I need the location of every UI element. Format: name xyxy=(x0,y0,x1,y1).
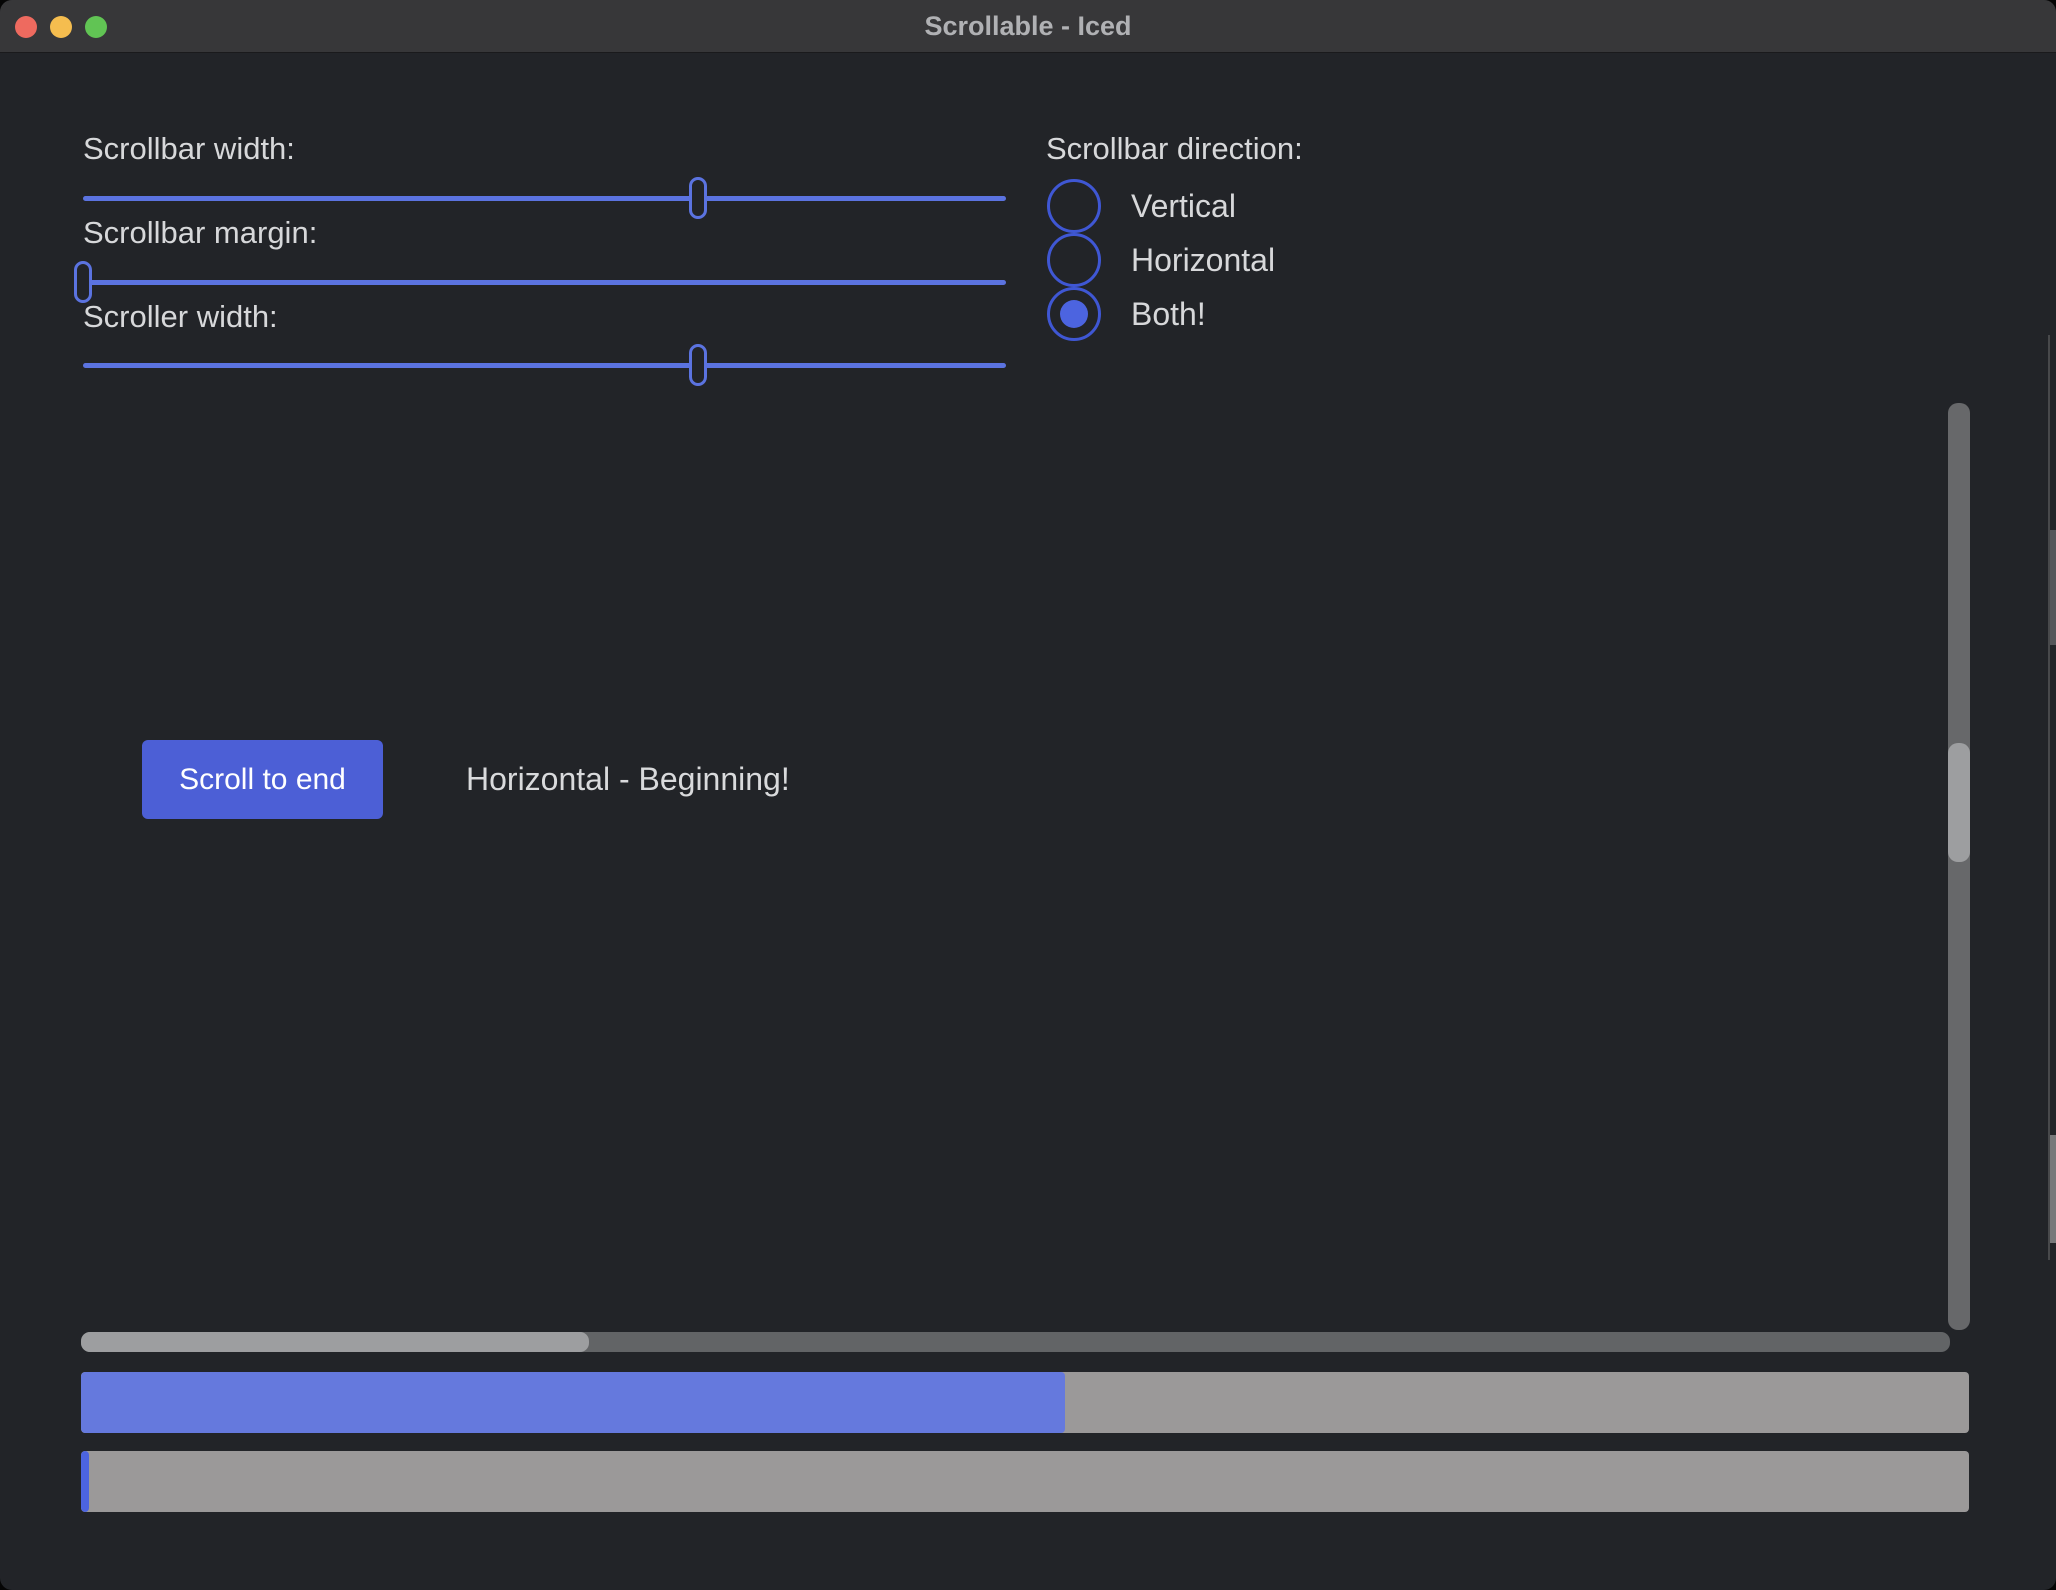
progress-bar-fill xyxy=(81,1451,89,1512)
radio-circle-icon[interactable] xyxy=(1047,233,1101,287)
progress-bar-fill xyxy=(81,1372,1065,1433)
slider-label-scrollbar-margin: Scrollbar margin: xyxy=(83,214,317,252)
slider-handle[interactable] xyxy=(689,177,707,219)
vertical-scrollbar-thumb[interactable] xyxy=(1948,743,1970,862)
window-title: Scrollable - Iced xyxy=(0,0,2056,53)
slider-label-scroller-width: Scroller width: xyxy=(83,298,278,336)
progress-bar xyxy=(81,1451,1969,1512)
radio-group-label: Scrollbar direction: xyxy=(1046,130,1303,168)
titlebar: Scrollable - Iced xyxy=(0,0,2056,53)
slider-handle[interactable] xyxy=(74,261,92,303)
window-edge-artifact xyxy=(2050,530,2056,645)
app-window: Scrollable - Iced Scrollbar width: Scrol… xyxy=(0,0,2056,1590)
slider-scrollbar-width[interactable] xyxy=(83,177,1006,219)
slider-track[interactable] xyxy=(83,363,1006,368)
scroll-status-text: Horizontal - Beginning! xyxy=(466,740,790,819)
radio-label[interactable]: Vertical xyxy=(1131,179,1236,233)
slider-label-scrollbar-width: Scrollbar width: xyxy=(83,130,295,168)
slider-track[interactable] xyxy=(83,196,1006,201)
vertical-scrollbar[interactable] xyxy=(1948,403,1970,1330)
scroll-to-end-button[interactable]: Scroll to end xyxy=(142,740,383,819)
slider-scrollbar-margin[interactable] xyxy=(83,261,1006,303)
radio-circle-icon[interactable] xyxy=(1047,287,1101,341)
radio-label[interactable]: Both! xyxy=(1131,287,1206,341)
radio-circle-icon[interactable] xyxy=(1047,179,1101,233)
radio-dot-icon xyxy=(1060,300,1088,328)
slider-handle[interactable] xyxy=(689,344,707,386)
radio-label[interactable]: Horizontal xyxy=(1131,233,1275,287)
window-edge-artifact xyxy=(2050,1135,2056,1243)
window-edge-line xyxy=(2048,335,2050,1260)
slider-scroller-width[interactable] xyxy=(83,344,1006,386)
horizontal-scrollbar-thumb[interactable] xyxy=(81,1332,589,1352)
slider-track[interactable] xyxy=(83,280,1006,285)
horizontal-scrollbar[interactable] xyxy=(81,1332,1950,1352)
progress-bar xyxy=(81,1372,1969,1433)
